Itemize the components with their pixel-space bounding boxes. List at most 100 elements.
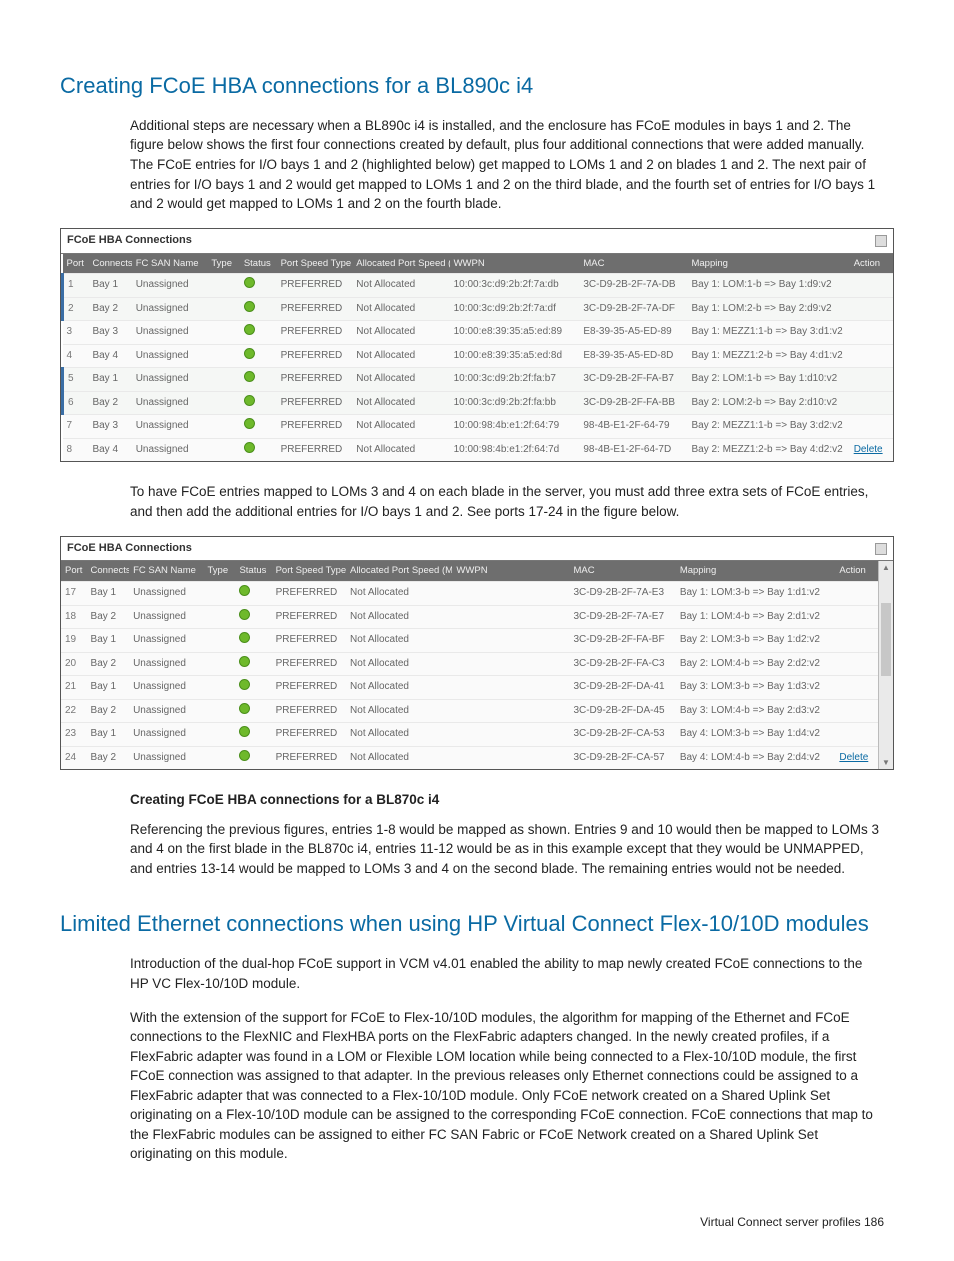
cell-status	[240, 391, 277, 415]
cell-wwpn: 10:00:3c:d9:2b:2f:7a:db	[450, 274, 580, 298]
cell-san: Unassigned	[132, 438, 208, 461]
cell-port: 24	[61, 746, 87, 769]
fcoe-connections-table-2: FCoE HBA Connections Port Connects FC SA…	[60, 536, 894, 771]
cell-action	[850, 415, 893, 439]
cell-port: 4	[63, 344, 89, 368]
cell-type	[204, 699, 236, 723]
cell-mac: 3C-D9-2B-2F-7A-E3	[569, 582, 675, 606]
cell-wwpn: 10:00:98:4b:e1:2f:64:79	[450, 415, 580, 439]
cell-type	[207, 344, 239, 368]
cell-type	[207, 321, 239, 345]
cell-aps: Not Allocated	[346, 605, 452, 629]
page-footer: Virtual Connect server profiles 186	[60, 1214, 894, 1231]
cell-port: 21	[61, 676, 87, 700]
cell-port: 1	[63, 274, 89, 298]
status-ok-icon	[244, 418, 255, 429]
cell-mac: E8-39-35-A5-ED-89	[579, 321, 687, 345]
cell-bay: Bay 1	[88, 274, 131, 298]
collapse-icon[interactable]	[875, 235, 887, 247]
cell-san: Unassigned	[132, 344, 208, 368]
cell-action	[835, 605, 878, 629]
table-row: 20Bay 2UnassignedPREFERREDNot Allocated3…	[61, 652, 878, 676]
cell-type	[207, 415, 239, 439]
cell-pst: PREFERRED	[277, 344, 353, 368]
cell-mapping: Bay 4: LOM:3-b => Bay 1:d4:v2	[676, 723, 836, 747]
cell-status	[235, 699, 271, 723]
status-ok-icon	[239, 679, 250, 690]
cell-aps: Not Allocated	[352, 391, 449, 415]
cell-status	[240, 415, 277, 439]
cell-port: 18	[61, 605, 87, 629]
cell-wwpn: 10:00:e8:39:35:a5:ed:89	[450, 321, 580, 345]
cell-aps: Not Allocated	[346, 699, 452, 723]
cell-mapping: Bay 3: LOM:3-b => Bay 1:d3:v2	[676, 676, 836, 700]
cell-wwpn	[452, 723, 569, 747]
cell-bay: Bay 1	[87, 582, 130, 606]
cell-aps: Not Allocated	[352, 321, 449, 345]
cell-wwpn	[452, 605, 569, 629]
cell-wwpn: 10:00:3c:d9:2b:2f:7a:df	[450, 297, 580, 321]
cell-bay: Bay 4	[88, 344, 131, 368]
cell-action	[850, 274, 893, 298]
cell-status	[235, 676, 271, 700]
cell-action	[835, 582, 878, 606]
table-row: 3Bay 3UnassignedPREFERREDNot Allocated10…	[63, 321, 894, 345]
status-ok-icon	[239, 656, 250, 667]
table-header: Port Connects FC SAN Name Type Status Po…	[63, 254, 894, 274]
cell-mac: 3C-D9-2B-2F-DA-45	[569, 699, 675, 723]
cell-wwpn	[452, 746, 569, 769]
cell-san: Unassigned	[132, 391, 208, 415]
cell-status	[240, 321, 277, 345]
status-ok-icon	[244, 324, 255, 335]
cell-port: 23	[61, 723, 87, 747]
status-ok-icon	[239, 750, 250, 761]
cell-aps: Not Allocated	[346, 582, 452, 606]
table-row: 2Bay 2UnassignedPREFERREDNot Allocated10…	[63, 297, 894, 321]
paragraph: Additional steps are necessary when a BL…	[130, 116, 884, 214]
cell-mapping: Bay 2: LOM:1-b => Bay 1:d10:v2	[687, 368, 849, 392]
cell-pst: PREFERRED	[272, 605, 346, 629]
collapse-icon[interactable]	[875, 543, 887, 555]
section-heading-flex10: Limited Ethernet connections when using …	[60, 908, 894, 940]
cell-action	[850, 297, 893, 321]
paragraph: Introduction of the dual-hop FCoE suppor…	[130, 954, 884, 993]
cell-san: Unassigned	[132, 274, 208, 298]
cell-type	[204, 605, 236, 629]
cell-wwpn: 10:00:3c:d9:2b:2f:fa:b7	[450, 368, 580, 392]
scrollbar[interactable]: ▲▼	[878, 561, 893, 769]
cell-status	[235, 629, 271, 653]
cell-aps: Not Allocated	[352, 368, 449, 392]
status-ok-icon	[239, 609, 250, 620]
cell-action	[835, 723, 878, 747]
table-row: 4Bay 4UnassignedPREFERREDNot Allocated10…	[63, 344, 894, 368]
paragraph: With the extension of the support for FC…	[130, 1008, 884, 1165]
cell-pst: PREFERRED	[272, 652, 346, 676]
cell-mac: 3C-D9-2B-2F-FA-B7	[579, 368, 687, 392]
table-header: Port Connects FC SAN Name Type Status Po…	[61, 561, 878, 581]
cell-san: Unassigned	[132, 297, 208, 321]
cell-san: Unassigned	[132, 368, 208, 392]
cell-port: 2	[63, 297, 89, 321]
cell-action	[835, 652, 878, 676]
cell-port: 5	[63, 368, 89, 392]
cell-mapping: Bay 2: MEZZ1:2-b => Bay 4:d2:v2	[687, 438, 849, 461]
cell-mac: 3C-D9-2B-2F-CA-53	[569, 723, 675, 747]
cell-bay: Bay 4	[88, 438, 131, 461]
cell-type	[207, 274, 239, 298]
cell-action[interactable]: Delete	[835, 746, 878, 769]
delete-link[interactable]: Delete	[839, 752, 868, 763]
table-row: 7Bay 3UnassignedPREFERREDNot Allocated10…	[63, 415, 894, 439]
table-row: 21Bay 1UnassignedPREFERREDNot Allocated3…	[61, 676, 878, 700]
cell-mac: 3C-D9-2B-2F-FA-BB	[579, 391, 687, 415]
delete-link[interactable]: Delete	[854, 444, 883, 455]
cell-type	[207, 297, 239, 321]
cell-type	[204, 723, 236, 747]
cell-pst: PREFERRED	[277, 438, 353, 461]
cell-san: Unassigned	[129, 605, 203, 629]
cell-action	[835, 676, 878, 700]
cell-action[interactable]: Delete	[850, 438, 893, 461]
table-title: FCoE HBA Connections	[67, 541, 192, 557]
cell-status	[235, 723, 271, 747]
cell-mapping: Bay 2: LOM:4-b => Bay 2:d2:v2	[676, 652, 836, 676]
cell-mac: 3C-D9-2B-2F-FA-C3	[569, 652, 675, 676]
